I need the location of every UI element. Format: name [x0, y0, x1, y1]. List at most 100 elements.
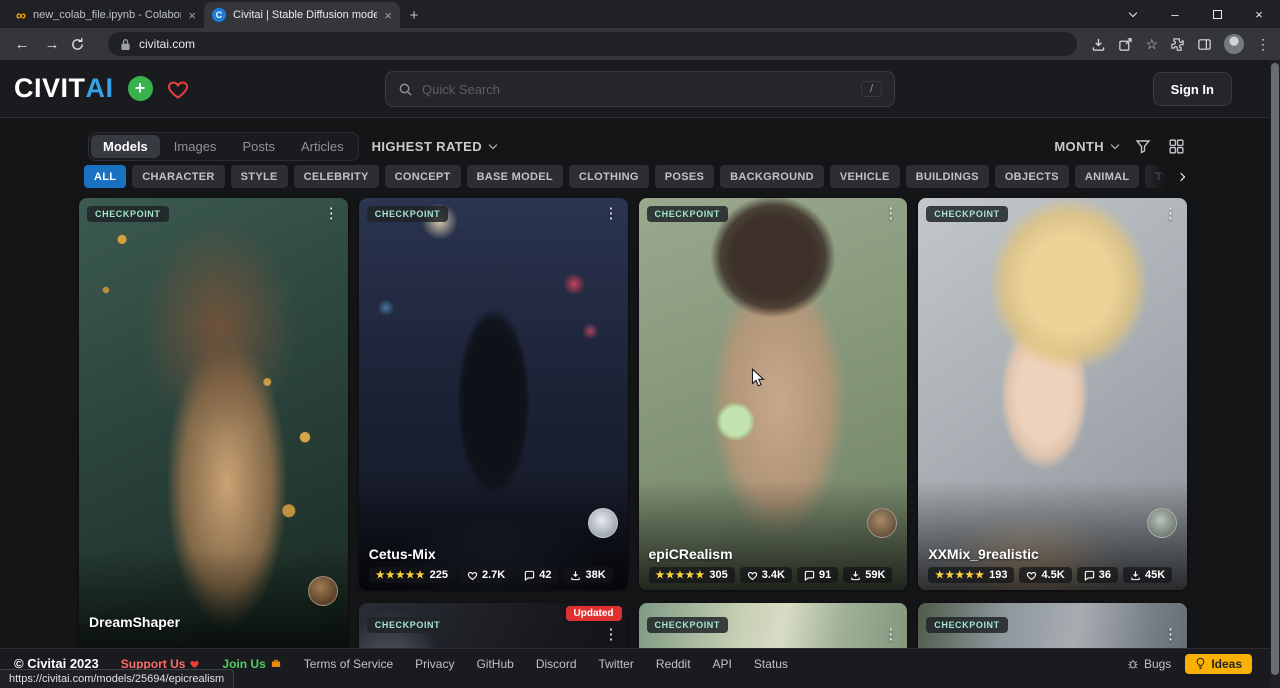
chip-vehicle[interactable]: VEHICLE — [830, 165, 900, 188]
chip-all[interactable]: ALL — [84, 165, 126, 188]
chip-buildings[interactable]: BUILDINGS — [906, 165, 989, 188]
browser-menu-icon[interactable]: ⋮ — [1256, 36, 1270, 53]
chevron-right-icon — [1177, 172, 1185, 180]
creator-avatar[interactable] — [1147, 508, 1177, 538]
model-card-cetus-mix[interactable]: CHECKPOINT ⋮ Cetus-Mix ★★★★★ 225 2.7K — [359, 198, 628, 590]
side-panel-icon[interactable] — [1197, 37, 1212, 52]
grid-column-3: CHECKPOINT ⋮ epiCRealism ★★★★★ 305 3.4K — [639, 198, 908, 648]
tab-models[interactable]: Models — [91, 135, 160, 158]
scrollbar[interactable] — [1270, 60, 1280, 688]
chip-concept[interactable]: CONCEPT — [385, 165, 461, 188]
extensions-puzzle-icon[interactable] — [1170, 37, 1185, 52]
period-label: MONTH — [1054, 139, 1104, 154]
tab-title: Civitai | Stable Diffusion models, — [233, 9, 377, 21]
layout-grid-icon[interactable] — [1168, 138, 1185, 155]
chip-clothing[interactable]: CLOTHING — [569, 165, 649, 188]
model-title: DreamShaper — [89, 614, 180, 630]
tab-close-icon[interactable]: × — [188, 9, 196, 22]
ideas-button[interactable]: Ideas — [1185, 654, 1252, 674]
scrollbar-thumb[interactable] — [1271, 63, 1279, 675]
search-input[interactable] — [422, 82, 852, 97]
likes-count: 2.7K — [482, 569, 505, 581]
downloads-pill: 45K — [1123, 567, 1172, 583]
civitai-logo[interactable]: CIVITAI — [14, 73, 114, 104]
chip-poses[interactable]: POSES — [655, 165, 714, 188]
card-menu-icon[interactable]: ⋮ — [883, 204, 898, 222]
model-card-partial-2[interactable]: CHECKPOINT ⋮ — [639, 603, 908, 648]
period-dropdown[interactable]: MONTH — [1054, 139, 1118, 154]
chip-style[interactable]: STYLE — [231, 165, 288, 188]
chip-character[interactable]: CHARACTER — [132, 165, 224, 188]
close-window-button[interactable]: × — [1238, 0, 1280, 28]
heart-icon — [468, 572, 476, 579]
footer-link-api[interactable]: API — [713, 657, 732, 671]
model-card-partial-3[interactable]: CHECKPOINT ⋮ — [918, 603, 1187, 648]
footer-link-reddit[interactable]: Reddit — [656, 657, 691, 671]
chip-objects[interactable]: OBJECTS — [995, 165, 1069, 188]
bookmark-star-icon[interactable]: ☆ — [1145, 36, 1158, 53]
minimize-button[interactable]: – — [1154, 0, 1196, 28]
tab-articles[interactable]: Articles — [289, 135, 356, 158]
lightbulb-icon — [1195, 657, 1206, 670]
model-card-epicrealism[interactable]: CHECKPOINT ⋮ epiCRealism ★★★★★ 305 3.4K — [639, 198, 908, 590]
chip-animal[interactable]: ANIMAL — [1075, 165, 1140, 188]
content-type-tabs: Models Images Posts Articles — [88, 132, 359, 161]
profile-avatar[interactable] — [1224, 34, 1244, 54]
back-button[interactable]: ← — [10, 36, 34, 53]
chips-scroll-right[interactable] — [1140, 165, 1185, 188]
card-menu-icon[interactable]: ⋮ — [604, 625, 619, 643]
model-type-badge: CHECKPOINT — [367, 617, 449, 633]
footer-right: Bugs Ideas — [1127, 654, 1252, 674]
forward-button[interactable]: → — [40, 36, 64, 53]
footer-link-terms[interactable]: Terms of Service — [304, 657, 393, 671]
card-menu-icon[interactable]: ⋮ — [883, 625, 898, 643]
tab-posts[interactable]: Posts — [230, 135, 287, 158]
card-menu-icon[interactable]: ⋮ — [1163, 625, 1178, 643]
card-menu-icon[interactable]: ⋮ — [604, 204, 619, 222]
favorites-heart-icon[interactable] — [166, 78, 190, 100]
browser-tab-civitai[interactable]: C Civitai | Stable Diffusion models, × — [204, 2, 400, 28]
comments-pill: 42 — [517, 567, 558, 583]
share-icon[interactable] — [1118, 37, 1133, 52]
sort-dropdown[interactable]: HIGHEST RATED — [372, 139, 496, 154]
chevron-down-icon — [489, 140, 497, 148]
footer-link-github[interactable]: GitHub — [476, 657, 513, 671]
maximize-button[interactable] — [1196, 0, 1238, 28]
create-plus-button[interactable]: + — [128, 76, 153, 101]
install-icon[interactable] — [1091, 37, 1106, 52]
new-tab-button[interactable]: + — [400, 2, 428, 28]
footer-link-status[interactable]: Status — [754, 657, 788, 671]
tab-close-icon[interactable]: × — [384, 9, 392, 22]
star-icon: ★ — [955, 570, 965, 581]
card-menu-icon[interactable]: ⋮ — [1163, 204, 1178, 222]
chip-celebrity[interactable]: CELEBRITY — [294, 165, 379, 188]
reload-button[interactable] — [70, 37, 94, 52]
tab-search-icon[interactable] — [1112, 0, 1154, 28]
address-bar[interactable]: civitai.com — [108, 32, 1077, 56]
footer-link-twitter[interactable]: Twitter — [599, 657, 634, 671]
card-stats: ★★★★★ 193 4.5K 36 45K — [928, 567, 1172, 583]
logo-accent-text: AI — [86, 73, 114, 104]
heart-icon — [748, 572, 756, 579]
model-card-dreamshaper[interactable]: CHECKPOINT ⋮ DreamShaper — [79, 198, 348, 648]
chip-base-model[interactable]: BASE MODEL — [467, 165, 563, 188]
tab-images[interactable]: Images — [162, 135, 229, 158]
model-card-xxmix9realistic[interactable]: CHECKPOINT ⋮ XXMix_9realistic ★★★★★ 193 … — [918, 198, 1187, 590]
civitai-favicon-icon: C — [212, 8, 226, 22]
bugs-button[interactable]: Bugs — [1127, 657, 1171, 671]
chip-background[interactable]: BACKGROUND — [720, 165, 824, 188]
footer-link-discord[interactable]: Discord — [536, 657, 577, 671]
footer-link-privacy[interactable]: Privacy — [415, 657, 454, 671]
browser-tab-colab[interactable]: ∞ new_colab_file.ipynb - Colaborat × — [8, 2, 204, 28]
star-icon: ★ — [945, 570, 955, 581]
filter-funnel-icon[interactable] — [1135, 138, 1151, 154]
sign-in-button[interactable]: Sign In — [1153, 72, 1232, 106]
card-menu-icon[interactable]: ⋮ — [324, 204, 339, 222]
model-card-partial-1[interactable]: Updated CHECKPOINT ⋮ — [359, 603, 628, 648]
model-title: epiCRealism — [649, 546, 733, 562]
quick-search-bar[interactable]: / — [385, 71, 895, 107]
comments-pill: 91 — [797, 567, 838, 583]
creator-avatar[interactable] — [308, 576, 338, 606]
creator-avatar[interactable] — [588, 508, 618, 538]
status-url-bubble: https://civitai.com/models/25694/epicrea… — [0, 669, 234, 688]
